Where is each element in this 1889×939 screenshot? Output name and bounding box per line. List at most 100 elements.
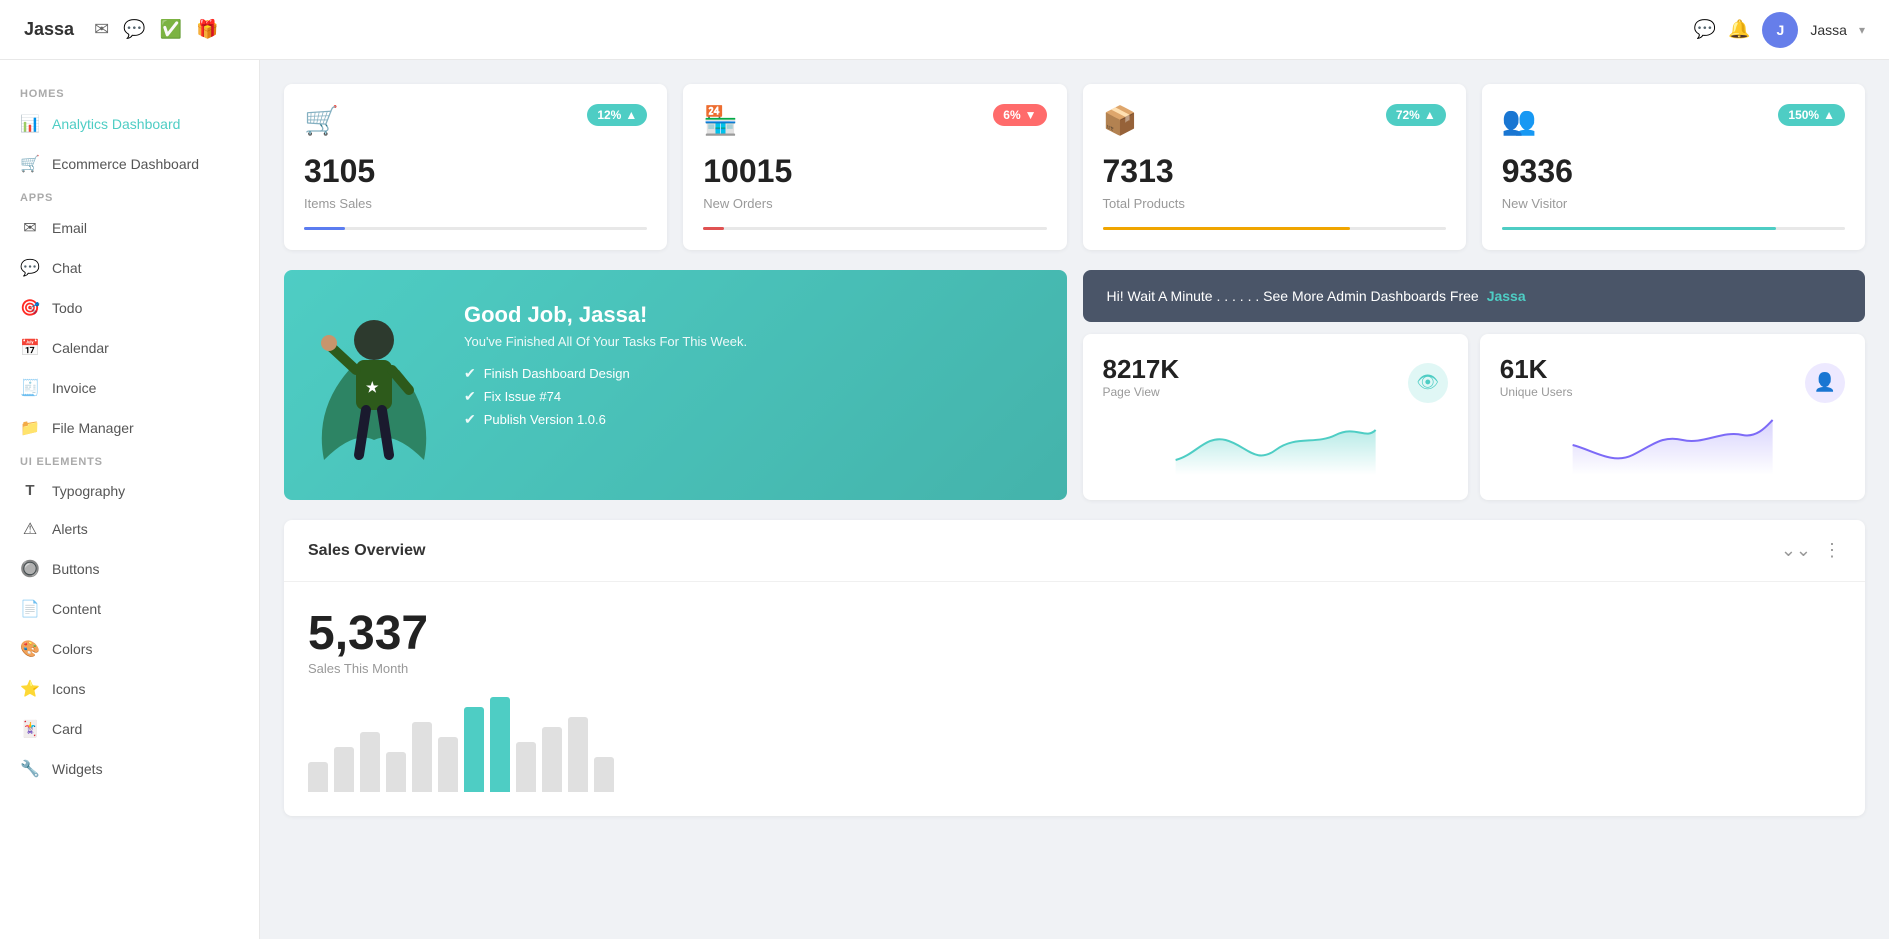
stat-card-header: 🏪 6% ▼: [703, 104, 1046, 137]
message-icon[interactable]: 💬: [1694, 19, 1716, 40]
hero-task-3: ✔ Publish Version 1.0.6: [464, 411, 1035, 428]
chevron-down-double-icon[interactable]: ⌄⌄: [1781, 540, 1811, 561]
bar: [308, 762, 328, 792]
more-options-icon[interactable]: ⋮: [1823, 540, 1841, 561]
arrow-down-icon: ▼: [1025, 108, 1037, 122]
analytics-icon: 📊: [20, 114, 40, 134]
sidebar-item-typography[interactable]: T Typography: [0, 472, 259, 509]
sales-overview: Sales Overview ⌄⌄ ⋮ 5,337 Sales This Mon…: [284, 520, 1865, 816]
metric-header: 8217K Page View 👁: [1103, 354, 1448, 411]
metric-label: Page View: [1103, 385, 1180, 399]
bell-icon[interactable]: 🔔: [1728, 19, 1750, 40]
sidebar-item-chat[interactable]: 💬 Chat: [0, 248, 259, 288]
metric-value-unique-users: 61K Unique Users: [1500, 354, 1573, 411]
stat-value-new-visitor: 9336: [1502, 153, 1845, 190]
sidebar-item-label: Typography: [52, 483, 125, 499]
chat-icon[interactable]: 💬: [123, 19, 145, 40]
sidebar-item-ecommerce-dashboard[interactable]: 🛒 Ecommerce Dashboard: [0, 144, 259, 184]
middle-row: ★ Good Job, Jassa! You've Finished All O…: [284, 270, 1865, 500]
sidebar-item-icons[interactable]: ⭐ Icons: [0, 669, 259, 709]
bar: [334, 747, 354, 792]
sidebar-item-calendar[interactable]: 📅 Calendar: [0, 328, 259, 368]
colors-icon: 🎨: [20, 639, 40, 659]
sidebar-item-label: Ecommerce Dashboard: [52, 156, 199, 172]
stat-card-header: 🛒 12% ▲: [304, 104, 647, 137]
sales-overview-actions: ⌄⌄ ⋮: [1781, 540, 1841, 561]
file-manager-icon: 📁: [20, 418, 40, 438]
sidebar-item-colors[interactable]: 🎨 Colors: [0, 629, 259, 669]
sidebar-item-label: Icons: [52, 681, 85, 697]
chevron-down-icon: ▾: [1859, 23, 1865, 37]
sidebar-item-todo[interactable]: 🎯 Todo: [0, 288, 259, 328]
todo-icon: 🎯: [20, 298, 40, 318]
unique-users-icon: 👤: [1805, 363, 1845, 403]
bar-chart: [308, 692, 1841, 792]
sidebar-item-label: Widgets: [52, 761, 103, 777]
badge-text: 12%: [597, 108, 621, 122]
stat-value-items-sales: 3105: [304, 153, 647, 190]
sidebar-item-label: Content: [52, 601, 101, 617]
bar: [490, 697, 510, 792]
stat-value-new-orders: 10015: [703, 153, 1046, 190]
stat-card-items-sales: 🛒 12% ▲ 3105 Items Sales: [284, 84, 667, 250]
stat-label-new-visitor: New Visitor: [1502, 196, 1845, 211]
sidebar-item-label: Analytics Dashboard: [52, 116, 180, 132]
widgets-icon: 🔧: [20, 759, 40, 779]
bar: [360, 732, 380, 792]
stat-progress-bar: [1103, 227, 1350, 230]
announcement-name[interactable]: Jassa: [1487, 288, 1526, 304]
metric-header: 61K Unique Users 👤: [1500, 354, 1845, 411]
metric-label: Unique Users: [1500, 385, 1573, 399]
products-icon: 📦: [1103, 104, 1138, 137]
check-icon[interactable]: ✅: [160, 19, 182, 40]
bar: [386, 752, 406, 792]
task-label: Publish Version 1.0.6: [484, 412, 606, 427]
sidebar-item-label: Invoice: [52, 380, 96, 396]
email-icon[interactable]: ✉: [94, 19, 109, 40]
sidebar-label-apps: APPS: [0, 184, 259, 208]
stat-progress-new-visitor: [1502, 227, 1845, 230]
bar: [594, 757, 614, 792]
sidebar-item-content[interactable]: 📄 Content: [0, 589, 259, 629]
sidebar-label-homes: HOMES: [0, 80, 259, 104]
stat-progress-items-sales: [304, 227, 647, 230]
ecommerce-icon: 🛒: [20, 154, 40, 174]
sidebar-section-ui-elements: UI ELEMENTS T Typography ⚠ Alerts 🔘 Butt…: [0, 448, 259, 789]
sidebar-item-card[interactable]: 🃏 Card: [0, 709, 259, 749]
alerts-icon: ⚠: [20, 519, 40, 539]
unique-users-sparkline: [1500, 415, 1845, 475]
announcement-bar: Hi! Wait A Minute . . . . . . See More A…: [1083, 270, 1866, 322]
sidebar-label-ui-elements: UI ELEMENTS: [0, 448, 259, 472]
sales-overview-header: Sales Overview ⌄⌄ ⋮: [284, 520, 1865, 582]
sales-overview-title: Sales Overview: [308, 542, 425, 560]
chat-nav-icon: 💬: [20, 258, 40, 278]
icons-nav-icon: ⭐: [20, 679, 40, 699]
stat-badge-new-visitor: 150% ▲: [1778, 104, 1845, 126]
metric-card-unique-users: 61K Unique Users 👤: [1480, 334, 1865, 500]
user-name: Jassa: [1810, 22, 1847, 38]
stat-value-total-products: 7313: [1103, 153, 1446, 190]
invoice-icon: 🧾: [20, 378, 40, 398]
avatar[interactable]: J: [1762, 12, 1798, 48]
stat-progress-bar: [703, 227, 724, 230]
card-icon: 🃏: [20, 719, 40, 739]
sidebar-item-buttons[interactable]: 🔘 Buttons: [0, 549, 259, 589]
sidebar-item-label: Buttons: [52, 561, 99, 577]
stat-progress-bar: [1502, 227, 1777, 230]
stat-label-new-orders: New Orders: [703, 196, 1046, 211]
gift-icon[interactable]: 🎁: [196, 19, 218, 40]
badge-text: 6%: [1003, 108, 1020, 122]
stat-badge-items-sales: 12% ▲: [587, 104, 647, 126]
sidebar-item-file-manager[interactable]: 📁 File Manager: [0, 408, 259, 448]
checkmark-icon: ✔: [464, 411, 476, 428]
sidebar-item-alerts[interactable]: ⚠ Alerts: [0, 509, 259, 549]
bar: [464, 707, 484, 792]
task-label: Finish Dashboard Design: [484, 366, 630, 381]
sidebar-item-widgets[interactable]: 🔧 Widgets: [0, 749, 259, 789]
bar: [516, 742, 536, 792]
stat-card-header: 📦 72% ▲: [1103, 104, 1446, 137]
svg-text:★: ★: [366, 379, 379, 395]
sidebar-item-invoice[interactable]: 🧾 Invoice: [0, 368, 259, 408]
sidebar-item-email[interactable]: ✉ Email: [0, 208, 259, 248]
sidebar-item-analytics-dashboard[interactable]: 📊 Analytics Dashboard: [0, 104, 259, 144]
